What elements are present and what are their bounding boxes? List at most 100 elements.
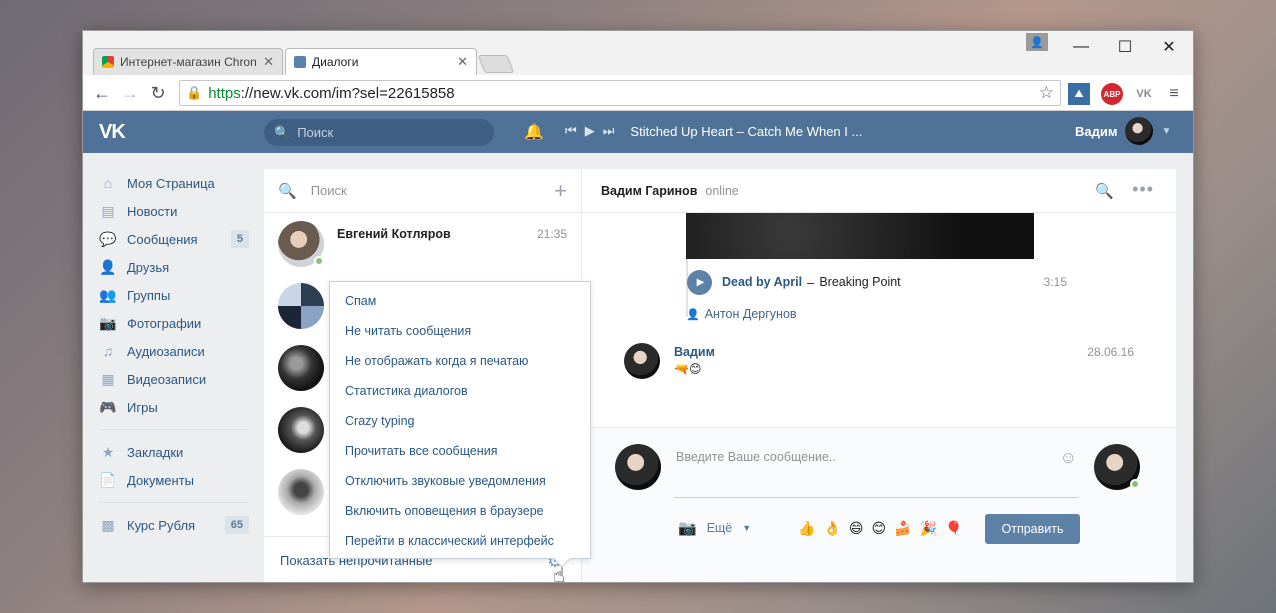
profile-icon[interactable]: 👤 <box>1026 33 1048 51</box>
menu-item-news[interactable]: ▤ Новости <box>99 197 249 225</box>
emoji-smile[interactable]: 😊 <box>871 520 886 537</box>
audio-title: Breaking Point <box>819 275 901 289</box>
emoji-grin[interactable]: 😄 <box>849 520 864 537</box>
menu-label: Закладки <box>127 444 184 460</box>
dropdown-item-dont-read[interactable]: Не читать сообщения <box>330 316 590 346</box>
emoji-thumbs-up[interactable]: 👍 <box>798 520 815 537</box>
dropdown-item-sound-off[interactable]: Отключить звуковые уведомления <box>330 466 590 496</box>
dropdown-item-crazy-typing[interactable]: Crazy typing <box>330 406 590 436</box>
messages-icon: 💬 <box>99 230 117 247</box>
play-icon[interactable]: ▶ <box>687 269 712 295</box>
camera-icon[interactable]: 📷 <box>678 519 697 537</box>
menu-item-video[interactable]: ▦ Видеозаписи <box>99 365 249 393</box>
emoji-ok-hand[interactable]: 👌 <box>823 520 840 537</box>
count-badge: 65 <box>224 516 249 534</box>
menu-item-games[interactable]: 🎮 Игры <box>99 393 249 421</box>
dropdown-item-stats[interactable]: Статистика диалогов <box>330 376 590 406</box>
new-tab-button[interactable] <box>477 55 515 73</box>
close-icon[interactable]: ✕ <box>457 54 468 70</box>
new-dialog-icon[interactable]: + <box>554 178 567 204</box>
emoji-icon[interactable]: ☺ <box>1060 448 1077 468</box>
home-icon: ⌂ <box>103 175 113 191</box>
dropdown-item-spam[interactable]: Спам <box>330 286 590 316</box>
vk-icon[interactable]: VK <box>1133 83 1155 105</box>
dialogs-search-input[interactable]: 🔍 Поиск + <box>264 169 581 213</box>
document-icon: 📄 <box>99 471 117 488</box>
close-icon[interactable]: ✕ <box>263 54 274 70</box>
photo-icon: 📷 <box>99 314 117 331</box>
message-input[interactable]: Введите Ваше сообщение.. ☺ <box>674 438 1079 498</box>
dialog-row[interactable]: Евгений Котляров 21:35 <box>264 213 581 275</box>
vk-search-input[interactable]: 🔍 Поиск <box>264 119 494 146</box>
address-bar[interactable]: 🔒 https://new.vk.com/im?sel=22615858 ☆ <box>179 80 1061 106</box>
forward-icon[interactable]: → <box>119 82 141 104</box>
dialog-time: 21:35 <box>536 227 567 241</box>
chat-panel: Вадим Гаринов online 🔍 ••• ▶ Dead by Apr… <box>582 169 1176 582</box>
more-icon[interactable]: ••• <box>1132 179 1154 200</box>
emoji-party[interactable]: 🎉 <box>920 520 937 537</box>
menu-label: Группы <box>127 287 171 303</box>
menu-item-groups[interactable]: 👥 Группы <box>99 281 249 309</box>
video-attachment[interactable] <box>686 213 1034 259</box>
attach-menu[interactable]: 📷 Ещё ▼ <box>678 519 751 537</box>
left-menu: ⌂ Моя Страница ▤ Новости 💬 Сообщения 5 👤 Друз… <box>99 169 249 539</box>
menu-icon[interactable]: ≡ <box>1163 83 1185 105</box>
tab-chrome-store[interactable]: Интернет-магазин Chron ✕ <box>93 48 283 75</box>
bell-icon[interactable]: 🔔 <box>524 122 544 142</box>
menu-item-ruble-rate[interactable]: ▩ Курс Рубля 65 <box>99 511 249 539</box>
menu-item-photos[interactable]: 📷 Фотографии <box>99 309 249 337</box>
tab-dialogs[interactable]: Диалоги ✕ <box>285 48 477 75</box>
search-icon[interactable]: 🔍 <box>1095 182 1114 200</box>
message-author[interactable]: Вадим <box>674 345 715 359</box>
bookmark-star-icon[interactable]: ☆ <box>1039 83 1054 103</box>
menu-item-documents[interactable]: 📄 Документы <box>99 466 249 494</box>
audio-artist[interactable]: Dead by April <box>722 275 802 289</box>
send-button[interactable]: Отправить <box>985 514 1080 544</box>
chrome-store-icon <box>102 56 114 68</box>
user-menu[interactable]: Вадим ▼ <box>1075 117 1171 145</box>
emoji-quickbar: 👍 👌 😄 😊 🍰 🎉 🎈 <box>798 520 962 537</box>
emoji-balloon[interactable]: 🎈 <box>945 520 962 537</box>
chart-extension-icon[interactable]: ⛰ <box>1068 83 1090 105</box>
avatar <box>278 469 324 515</box>
news-icon: ▤ <box>101 202 115 219</box>
back-icon[interactable]: ← <box>91 82 113 104</box>
user-icon: 👤 <box>686 308 700 321</box>
avatar[interactable] <box>624 343 660 379</box>
search-icon: 🔍 <box>274 124 291 140</box>
reload-icon[interactable]: ↻ <box>147 82 169 104</box>
dropdown-item-browser-notifications[interactable]: Включить оповещения в браузере <box>330 496 590 526</box>
now-playing[interactable]: Stitched Up Heart – Catch Me When I ... <box>630 124 862 139</box>
abp-icon[interactable]: ABP <box>1101 83 1123 105</box>
app-icon: ▩ <box>101 516 115 533</box>
chat-partner-name[interactable]: Вадим Гаринов <box>601 184 697 198</box>
avatar <box>278 221 324 267</box>
play-icon[interactable]: ▶ <box>585 123 595 139</box>
menu-item-messages[interactable]: 💬 Сообщения 5 <box>99 225 249 253</box>
menu-label: Сообщения <box>127 231 198 247</box>
dialogs-search-placeholder: Поиск <box>310 183 347 198</box>
menu-item-friends[interactable]: 👤 Друзья <box>99 253 249 281</box>
tab-label: Интернет-магазин Chron <box>120 55 257 69</box>
dropdown-item-classic-interface[interactable]: Перейти в классический интерфейс <box>330 526 590 556</box>
dropdown-item-hide-typing[interactable]: Не отображать когда я печатаю <box>330 346 590 376</box>
message-text: 🔫😊 <box>674 362 702 376</box>
next-icon[interactable]: ⏭ <box>603 123 615 139</box>
minimize-button[interactable]: — <box>1059 35 1103 59</box>
menu-item-audio[interactable]: ♫ Аудиозаписи <box>99 337 249 365</box>
menu-label: Игры <box>127 399 158 415</box>
maximize-button[interactable]: ☐ <box>1103 35 1147 59</box>
previous-icon[interactable]: ⏮ <box>565 123 577 139</box>
vk-logo[interactable]: VK <box>99 121 126 144</box>
dropdown-item-read-all[interactable]: Прочитать все сообщения <box>330 436 590 466</box>
close-window-button[interactable]: ✕ <box>1147 35 1191 59</box>
menu-item-my-page[interactable]: ⌂ Моя Страница <box>99 169 249 197</box>
games-icon: 🎮 <box>99 398 117 415</box>
menu-item-bookmarks[interactable]: ★ Закладки <box>99 438 249 466</box>
user-name: Вадим <box>1075 123 1118 139</box>
vk-page: ⌂ Моя Страница ▤ Новости 💬 Сообщения 5 👤 Друз… <box>83 153 1193 582</box>
menu-label: Моя Страница <box>127 175 215 191</box>
chevron-down-icon: ▼ <box>742 523 752 533</box>
forwarded-author[interactable]: 👤 Антон Дергунов <box>686 307 797 321</box>
emoji-cake[interactable]: 🍰 <box>894 520 911 537</box>
